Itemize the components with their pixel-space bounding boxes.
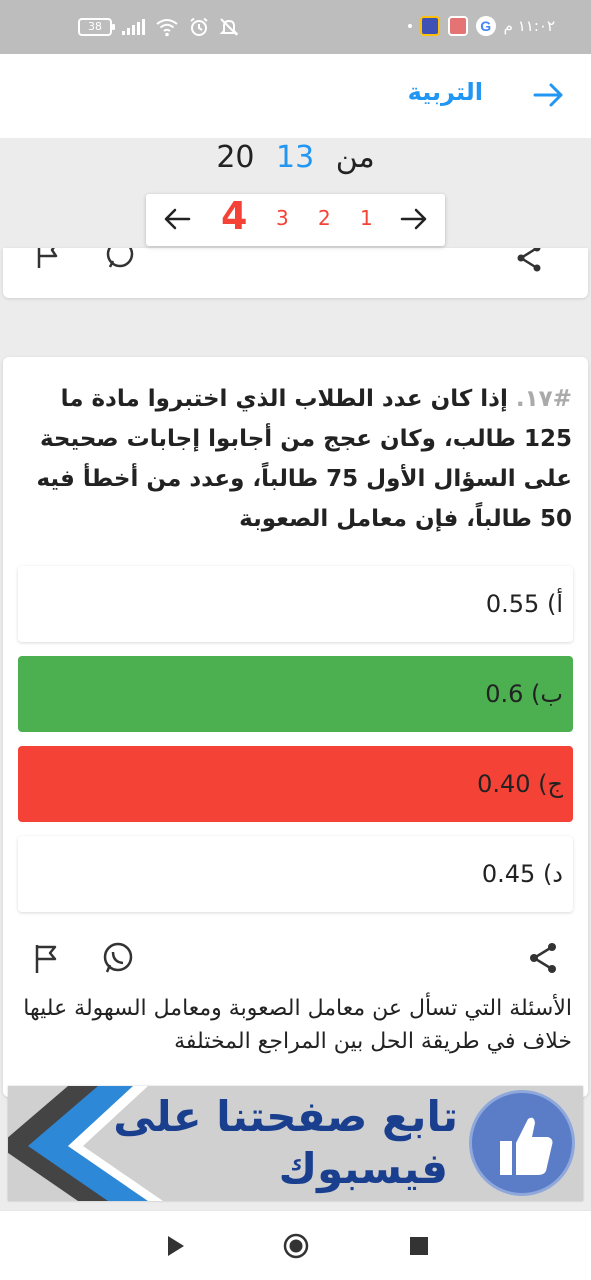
previous-question-card bbox=[3, 248, 588, 298]
whatsapp-icon[interactable] bbox=[104, 248, 136, 271]
thumbs-up-icon bbox=[469, 1090, 575, 1196]
share-icon[interactable] bbox=[513, 248, 545, 274]
option-b-correct[interactable]: ب) 0.6 bbox=[18, 656, 573, 732]
mute-icon bbox=[219, 18, 239, 36]
progress-of: من bbox=[335, 140, 375, 175]
facebook-banner[interactable]: تابع صفحتنا على فيسبوك bbox=[8, 1086, 583, 1201]
question-text: #١٧. إذا كان عدد الطلاب الذي اختبروا ماد… bbox=[20, 379, 572, 539]
option-d[interactable]: د) 0.45 bbox=[18, 836, 573, 912]
battery-icon: 38 bbox=[78, 18, 115, 36]
question-card: #١٧. إذا كان عدد الطلاب الذي اختبروا ماد… bbox=[3, 357, 588, 1097]
banner-text-line2: فيسبوك bbox=[278, 1144, 448, 1193]
wifi-icon bbox=[156, 19, 178, 37]
share-icon[interactable] bbox=[525, 940, 561, 976]
system-navigation-bar bbox=[0, 1210, 591, 1280]
app-bar: التربية bbox=[0, 54, 591, 138]
battery-level: 38 bbox=[88, 20, 102, 33]
recents-icon[interactable] bbox=[404, 1231, 434, 1261]
alarm-icon bbox=[190, 17, 208, 36]
status-icons-left: 38 bbox=[78, 17, 239, 37]
whatsapp-icon[interactable] bbox=[100, 940, 136, 976]
page-number-4[interactable]: 4 bbox=[221, 194, 247, 238]
option-c-wrong[interactable]: ج) 0.40 bbox=[18, 746, 573, 822]
game-app-icon bbox=[419, 16, 440, 36]
page-navigator: 4 3 2 1 bbox=[146, 194, 445, 246]
question-number: #١٧. bbox=[515, 386, 572, 412]
flag-icon[interactable] bbox=[28, 940, 64, 976]
signal-icon bbox=[122, 19, 145, 35]
question-body: إذا كان عدد الطلاب الذي اختبروا مادة ما … bbox=[36, 386, 572, 532]
answer-explanation: الأسئلة التي تسأل عن معامل الصعوبة ومعام… bbox=[23, 996, 572, 1054]
page-number-1[interactable]: 1 bbox=[360, 206, 373, 230]
status-icons-right: ١١:٠٢ م G bbox=[407, 16, 555, 36]
home-icon[interactable] bbox=[281, 1231, 311, 1261]
back-triangle-icon[interactable] bbox=[160, 1231, 190, 1261]
clock: ١١:٠٢ م bbox=[503, 17, 555, 35]
question-progress: 20 من 13 bbox=[0, 140, 591, 175]
back-arrow-icon[interactable] bbox=[531, 78, 565, 112]
progress-total: 20 bbox=[216, 140, 255, 175]
photo-app-icon bbox=[447, 16, 468, 36]
arrow-left-icon[interactable] bbox=[162, 204, 192, 234]
notification-dot bbox=[407, 24, 412, 28]
banner-text-line1: تابع صفحتنا على bbox=[113, 1092, 458, 1141]
progress-current: 13 bbox=[276, 140, 315, 175]
flag-icon[interactable] bbox=[32, 248, 64, 270]
status-bar: 38 ١١:٠٢ م G bbox=[0, 0, 591, 54]
page-number-3[interactable]: 3 bbox=[276, 206, 289, 230]
page-number-2[interactable]: 2 bbox=[318, 206, 331, 230]
page-title: التربية bbox=[407, 78, 483, 106]
arrow-right-icon[interactable] bbox=[399, 204, 429, 234]
option-a[interactable]: أ) 0.55 bbox=[18, 566, 573, 642]
google-icon: G bbox=[475, 16, 496, 36]
